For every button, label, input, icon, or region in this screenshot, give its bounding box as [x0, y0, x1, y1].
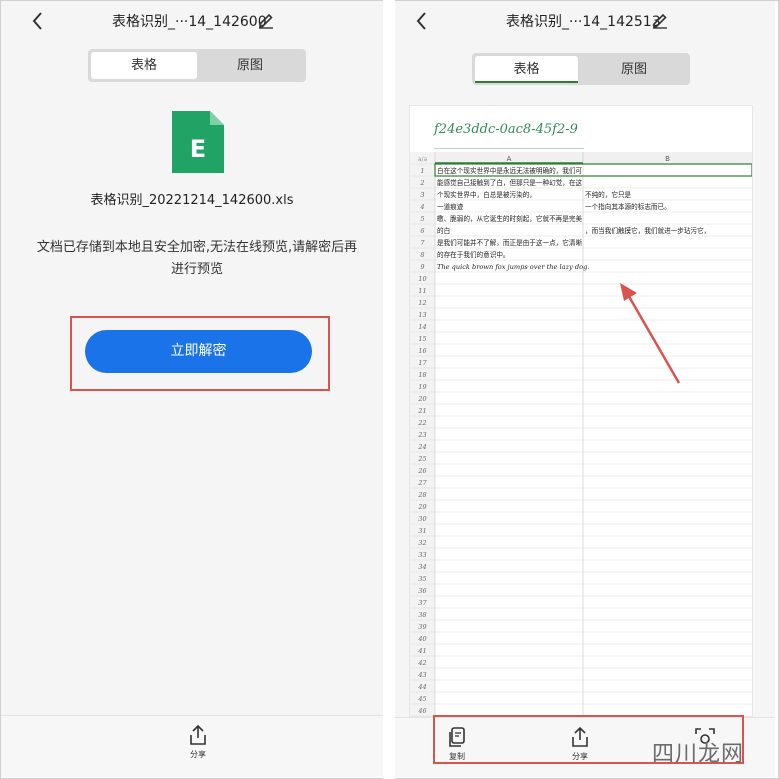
left-screen: 表格识别_···14_142600 表格 原图 E 表格识别_20221214_… [1, 1, 383, 777]
back-icon[interactable] [27, 8, 49, 34]
row-number: 43 [417, 671, 426, 679]
screen-divider [383, 0, 395, 779]
left-bottom-bar: 分享 [1, 715, 383, 777]
row-number: 36 [418, 587, 426, 595]
table-cell: 白在这个现实世界中是永远无法被明确的，我们可 [437, 166, 582, 175]
table-cell: 能感觉自己接触到了白，但那只是一种幻觉，在这 [437, 178, 582, 187]
row-number: 17 [418, 359, 427, 367]
row-number: 31 [418, 527, 426, 535]
table-cell: 一道痕迹 [437, 202, 464, 211]
sheet-title: f24e3ddc-0ac8-45f2-9 [434, 122, 578, 137]
tab-active-underline [475, 81, 578, 83]
row-number: 19 [418, 383, 426, 391]
row-number: 15 [418, 335, 426, 343]
row-number: 27 [417, 479, 427, 487]
row-number: 5 [420, 215, 424, 223]
tab-original-image[interactable]: 原图 [581, 56, 687, 83]
row-number: 39 [418, 623, 426, 631]
row-number: 24 [417, 443, 426, 451]
annotation-arrow [620, 283, 681, 384]
row-number: 4 [419, 203, 424, 211]
spreadsheet-preview[interactable]: f24e3ddc-0ac8-45f2-9 a/a A B 1 2 3 4 5 6 7 8 9 10 11 1… [409, 105, 753, 717]
row-number: 45 [417, 695, 426, 703]
row-number: 41 [417, 647, 426, 655]
tab-original-image[interactable]: 原图 [197, 52, 303, 79]
row-number: 34 [418, 563, 426, 571]
table-cell: 一个指向其本源的标志而已。 [585, 202, 671, 211]
corner-cell: a/a [418, 156, 428, 163]
share-label: 分享 [190, 750, 206, 759]
row-number: 29 [417, 503, 426, 511]
row-number: 14 [418, 323, 426, 331]
tab-table[interactable]: 表格 [91, 52, 197, 79]
row-number: 20 [417, 395, 426, 403]
tab-table-label: 表格 [513, 62, 540, 77]
decrypt-now-button[interactable]: 立即解密 [85, 330, 312, 373]
back-icon[interactable] [411, 8, 433, 34]
row-number: 33 [418, 551, 426, 559]
left-top-bar: 表格识别_···14_142600 [1, 1, 383, 41]
row-number: 23 [417, 431, 426, 439]
row-number: 12 [418, 299, 426, 307]
column-header-a: A [507, 155, 512, 163]
row-number: 26 [417, 467, 426, 475]
tab-table[interactable]: 表格 [475, 56, 578, 83]
table-cell: 的白 [437, 226, 450, 235]
row-number: 46 [417, 707, 426, 715]
row-number: 16 [418, 347, 426, 355]
row-number: 3 [420, 191, 424, 199]
right-screen: 表格识别_···14_142513 表格 原图 f24e3ddc-0ac8-45… [395, 1, 775, 777]
row-number: 10 [418, 275, 426, 283]
excel-file-icon: E [172, 111, 224, 173]
row-number: 6 [420, 227, 424, 235]
table-cell: 不纯的，它只是 [585, 190, 632, 199]
document-title: 表格识别_···14_142513 [506, 14, 661, 30]
row-number: 42 [417, 659, 426, 667]
sheet-title-underline [434, 148, 584, 149]
site-watermark: 四川龙网 [652, 742, 745, 767]
table-cell: 皦、脆弱的，从它诞生的时刻起，它就不再是完美 [437, 214, 582, 223]
encryption-notice: 文档已存储到本地且安全加密,无法在线预览,请解密后再进行预览 [36, 240, 358, 277]
row-number: 21 [417, 407, 426, 415]
row-number: 40 [417, 635, 426, 643]
file-name: 表格识别_20221214_142600.xls [90, 193, 294, 208]
row-number: 1 [420, 167, 424, 175]
row-number: 22 [417, 419, 426, 427]
pencil-icon[interactable] [651, 11, 669, 29]
row-number: 18 [418, 371, 426, 379]
table-cell: ，而当我们触摸它，我们就进一步玷污它， [585, 226, 710, 235]
table-cell: The quick brown fox jumps over the lazy … [437, 263, 589, 271]
table-cell: 的存在于我们的意识中。 [437, 250, 510, 259]
table-cell: 是我们可能并不了解，而正是由于这一点，它清晰 [437, 238, 582, 247]
view-toggle: 表格 原图 [88, 49, 306, 82]
table-cell: 个现实世界中，白总是被污染的， [437, 190, 536, 199]
row-number: 9 [420, 263, 424, 271]
spreadsheet-grid[interactable]: a/a A B12345678910111213141516171819202122… [410, 152, 752, 716]
row-number: 30 [418, 515, 426, 523]
right-top-bar: 表格识别_···14_142513 [395, 1, 775, 41]
row-number: 8 [420, 251, 424, 259]
document-title: 表格识别_···14_142600 [112, 14, 267, 30]
share-icon [190, 724, 206, 745]
column-header-bar [410, 152, 752, 164]
row-number: 38 [418, 611, 426, 619]
row-number: 13 [418, 311, 426, 319]
row-number: 11 [418, 287, 426, 295]
column-header-b: B [665, 155, 670, 163]
row-number: 28 [417, 491, 426, 499]
share-button[interactable]: 分享 [168, 724, 228, 760]
row-number: 44 [417, 683, 426, 691]
row-number: 25 [417, 455, 426, 463]
row-number: 35 [418, 575, 426, 583]
row-number: 37 [418, 599, 427, 607]
row-number: 32 [418, 539, 426, 547]
row-number: 2 [419, 179, 424, 187]
view-toggle: 表格 原图 [472, 53, 690, 85]
file-icon-letter: E [190, 135, 206, 163]
pencil-icon[interactable] [257, 11, 275, 29]
